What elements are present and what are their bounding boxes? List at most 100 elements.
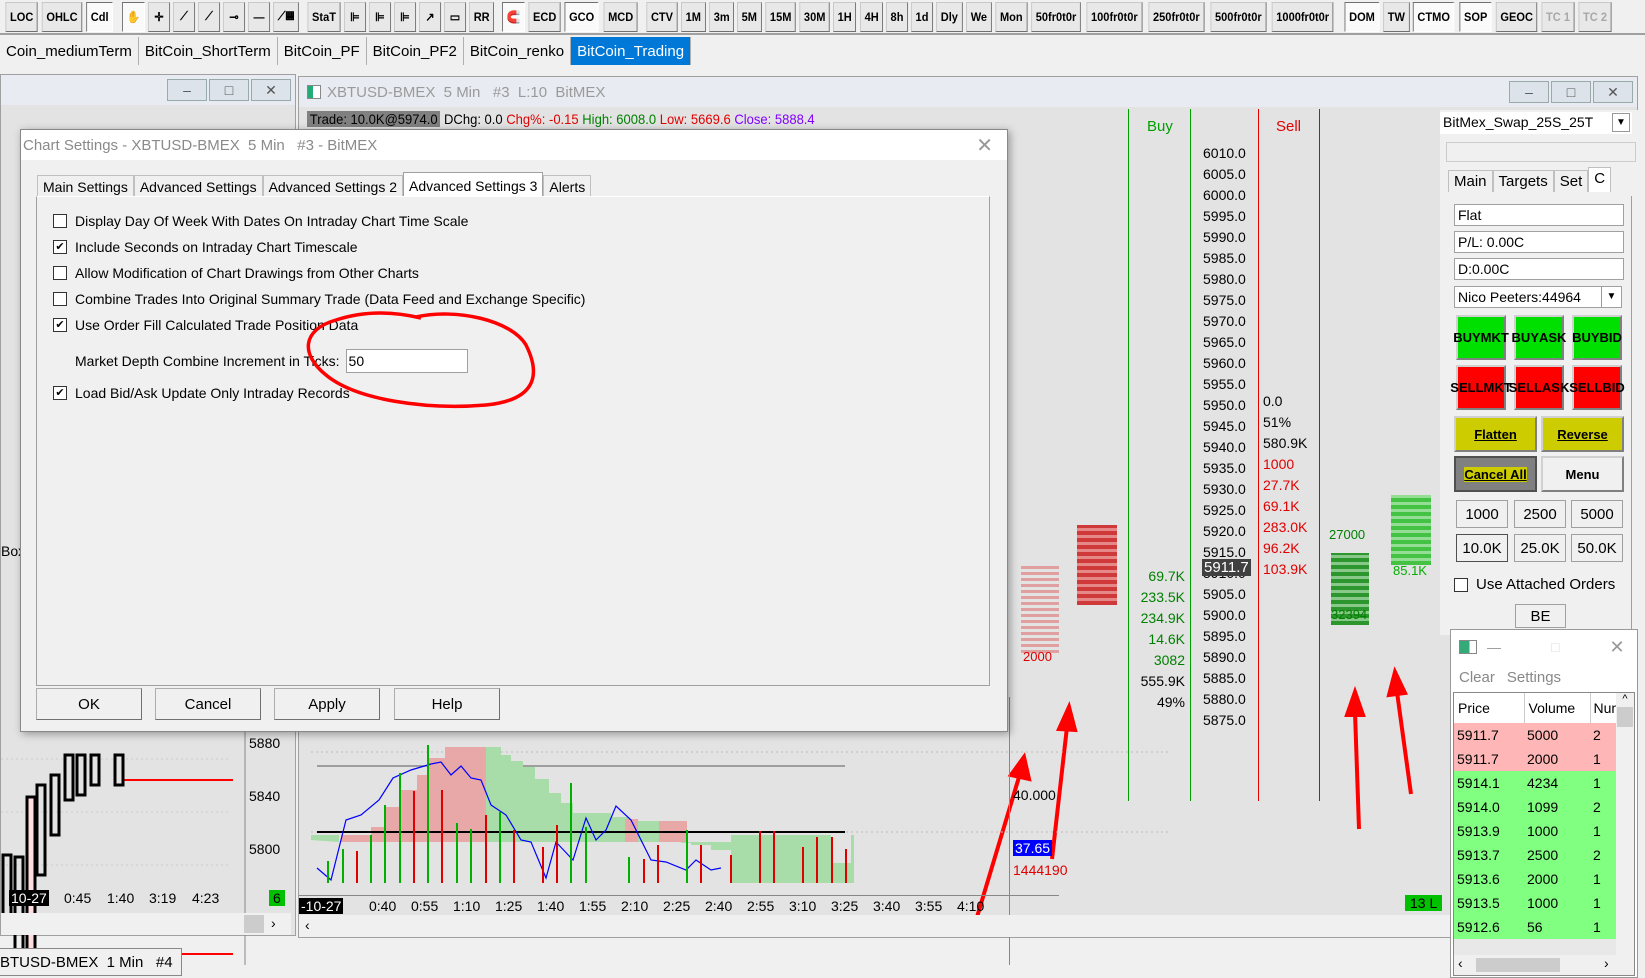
minimize-button[interactable]: – bbox=[1509, 81, 1549, 103]
toolbar-button-500fr0t0r[interactable]: 500fr0t0r bbox=[1210, 1, 1266, 32]
toolbar-button-dly[interactable]: Dly bbox=[936, 1, 963, 32]
scroll-right-icon[interactable]: › bbox=[1604, 955, 1609, 971]
ladder-price[interactable]: 5920.0 bbox=[1203, 523, 1246, 539]
toolbar-button-ctv[interactable]: CTV bbox=[646, 1, 678, 32]
sell-bid-button[interactable]: SELL BID bbox=[1569, 365, 1625, 410]
settings-option[interactable]: ✔ Include Seconds on Intraday Chart Times… bbox=[53, 239, 358, 255]
dialog-tab[interactable]: Advanced Settings 3 bbox=[403, 172, 544, 198]
buy-bid-button[interactable]: BUY BID bbox=[1572, 315, 1622, 360]
toolbar-button-tc1[interactable]: TC 1 bbox=[1541, 1, 1575, 32]
menu-button[interactable]: Menu bbox=[1541, 456, 1624, 492]
column-header-volume[interactable]: Volume bbox=[1524, 693, 1591, 723]
maximize-button[interactable]: □ bbox=[1551, 639, 1559, 655]
ladder-price[interactable]: 5880.0 bbox=[1203, 691, 1246, 707]
ladder-price[interactable]: 6010.0 bbox=[1203, 145, 1246, 161]
hand-tool-icon[interactable]: ✋ bbox=[121, 1, 145, 32]
column-header-price[interactable]: Price bbox=[1454, 693, 1525, 723]
dialog-tab[interactable]: Advanced Settings bbox=[133, 175, 263, 198]
option-checkbox[interactable] bbox=[53, 292, 67, 306]
buy-market-button[interactable]: BUY MKT bbox=[1453, 315, 1509, 360]
ok-button[interactable]: OK bbox=[36, 688, 142, 720]
market-depth-increment-input[interactable] bbox=[345, 349, 468, 373]
settings-option[interactable]: Allow Modification of Chart Drawings fro… bbox=[53, 265, 419, 281]
checkbox[interactable] bbox=[1454, 577, 1468, 592]
break-even-button[interactable]: BE bbox=[1515, 604, 1566, 628]
load-bid-ask-option[interactable]: ✔ Load Bid/Ask Update Only Intraday Reco… bbox=[53, 385, 350, 401]
option-checkbox[interactable] bbox=[53, 266, 67, 280]
calculator-line-icon[interactable]: ⟋▦ bbox=[272, 1, 299, 32]
chartbook-tab[interactable]: Coin_mediumTerm bbox=[0, 37, 139, 65]
minimize-button[interactable]: – bbox=[167, 79, 207, 101]
cancel-button[interactable]: Cancel bbox=[155, 688, 261, 720]
trade-panel-tab[interactable]: Main bbox=[1448, 170, 1493, 192]
chartbook-tab[interactable]: BitCoin_PF2 bbox=[366, 37, 464, 65]
chartbook-tab[interactable]: BitCoin_ShortTerm bbox=[138, 37, 278, 65]
buy-ask-button[interactable]: BUY ASK bbox=[1512, 315, 1566, 360]
left-horizontal-scrollbar[interactable]: › bbox=[1, 913, 291, 935]
ladder-price[interactable]: 5950.0 bbox=[1203, 397, 1246, 413]
chartbook-tab[interactable]: BitCoin_renko bbox=[463, 37, 572, 65]
column-header-num[interactable]: Num bbox=[1590, 693, 1619, 723]
chartbook-tab[interactable]: BitCoin_PF bbox=[277, 37, 367, 65]
trade-panel-tab[interactable]: Set bbox=[1553, 170, 1589, 192]
settings-option[interactable]: Display Day Of Week With Dates On Intrad… bbox=[53, 213, 468, 229]
fib-extension-icon[interactable]: ⊫ bbox=[368, 1, 391, 32]
chevron-down-icon[interactable]: ▼ bbox=[1601, 287, 1621, 307]
horizontal-line-icon[interactable]: — bbox=[247, 1, 270, 32]
toolbar-button-gco[interactable]: GCO bbox=[564, 1, 600, 32]
ladder-price[interactable]: 5895.0 bbox=[1203, 628, 1246, 644]
scroll-up-icon[interactable]: ^ bbox=[1616, 693, 1634, 705]
account-select[interactable]: Nico Peeters:44964 ▼ bbox=[1454, 286, 1622, 308]
toolbar-button-8h[interactable]: 8h bbox=[886, 1, 909, 32]
toolbar-button-15m[interactable]: 15M bbox=[765, 1, 796, 32]
toolbar-button-we[interactable]: We bbox=[965, 1, 992, 32]
flatten-button[interactable]: Flatten bbox=[1454, 416, 1537, 452]
toolbar-button-mon[interactable]: Mon bbox=[994, 1, 1027, 32]
toolbar-button-3m[interactable]: 3m bbox=[708, 1, 734, 32]
ladder-price[interactable]: 6005.0 bbox=[1203, 166, 1246, 182]
apply-button[interactable]: Apply bbox=[274, 688, 380, 720]
option-checkbox[interactable] bbox=[53, 214, 67, 228]
ladder-price[interactable]: 5995.0 bbox=[1203, 208, 1246, 224]
toolbar-button-100fr0t0r[interactable]: 100fr0t0r bbox=[1086, 1, 1143, 32]
ladder-price[interactable]: 5890.0 bbox=[1203, 649, 1246, 665]
dialog-tab[interactable]: Main Settings bbox=[37, 175, 134, 198]
settings-option[interactable]: Combine Trades Into Original Summary Tra… bbox=[53, 291, 585, 307]
ladder-price[interactable]: 5985.0 bbox=[1203, 250, 1246, 266]
option-checkbox[interactable]: ✔ bbox=[53, 240, 67, 254]
ladder-price[interactable]: 5990.0 bbox=[1203, 229, 1246, 245]
toolbar-button-1000fr0t0r[interactable]: 1000fr0t0r bbox=[1272, 1, 1335, 32]
chartbook-tab[interactable]: BitCoin_Trading bbox=[571, 37, 692, 65]
scroll-right-arrow-icon[interactable]: › bbox=[271, 915, 276, 931]
toolbar-button-1h[interactable]: 1H bbox=[833, 1, 857, 32]
horizontal-ray-icon[interactable]: ⊸ bbox=[222, 1, 245, 32]
close-button[interactable]: ✕ bbox=[251, 79, 291, 101]
chevron-down-icon[interactable]: ▼ bbox=[1612, 113, 1630, 132]
magnet-icon[interactable]: 🧲 bbox=[502, 1, 525, 32]
ladder-price[interactable]: 5970.0 bbox=[1203, 313, 1246, 329]
quantity-button[interactable]: 5000 bbox=[1571, 500, 1623, 528]
scroll-thumb[interactable] bbox=[1476, 958, 1560, 972]
ladder-price[interactable]: 5915.0 bbox=[1203, 544, 1246, 560]
quantity-button[interactable]: 10.0K bbox=[1456, 534, 1508, 562]
quantity-button[interactable]: 2500 bbox=[1514, 500, 1566, 528]
toolbar-button-cdl[interactable]: Cdl bbox=[86, 1, 114, 32]
minimize-button[interactable]: — bbox=[1487, 639, 1501, 655]
ladder-price[interactable]: 5925.0 bbox=[1203, 502, 1246, 518]
toolbar-button-30m[interactable]: 30M bbox=[799, 1, 831, 32]
crosshair-icon[interactable]: ✛ bbox=[147, 1, 170, 32]
close-button[interactable]: ✕ bbox=[1593, 81, 1633, 103]
use-attached-orders-checkbox[interactable]: Use Attached Orders bbox=[1454, 576, 1615, 593]
ladder-price[interactable]: 5975.0 bbox=[1203, 292, 1246, 308]
quantity-button[interactable]: 25.0K bbox=[1514, 534, 1566, 562]
vertical-scrollbar[interactable]: ^ bbox=[1616, 693, 1634, 955]
ladder-price[interactable]: 5885.0 bbox=[1203, 670, 1246, 686]
toolbar-button-ctmo[interactable]: CTMO bbox=[1413, 1, 1455, 32]
toolbar-button-250fr0t0r[interactable]: 250fr0t0r bbox=[1148, 1, 1205, 32]
dialog-close-button[interactable]: ✕ bbox=[976, 133, 993, 158]
menu-clear[interactable]: Clear bbox=[1459, 669, 1495, 686]
reverse-button[interactable]: Reverse bbox=[1541, 416, 1624, 452]
toolbar-button-mcd[interactable]: MCD bbox=[603, 1, 638, 32]
fib-time-icon[interactable]: ⊫ bbox=[393, 1, 416, 32]
close-button[interactable]: ✕ bbox=[1609, 637, 1624, 658]
